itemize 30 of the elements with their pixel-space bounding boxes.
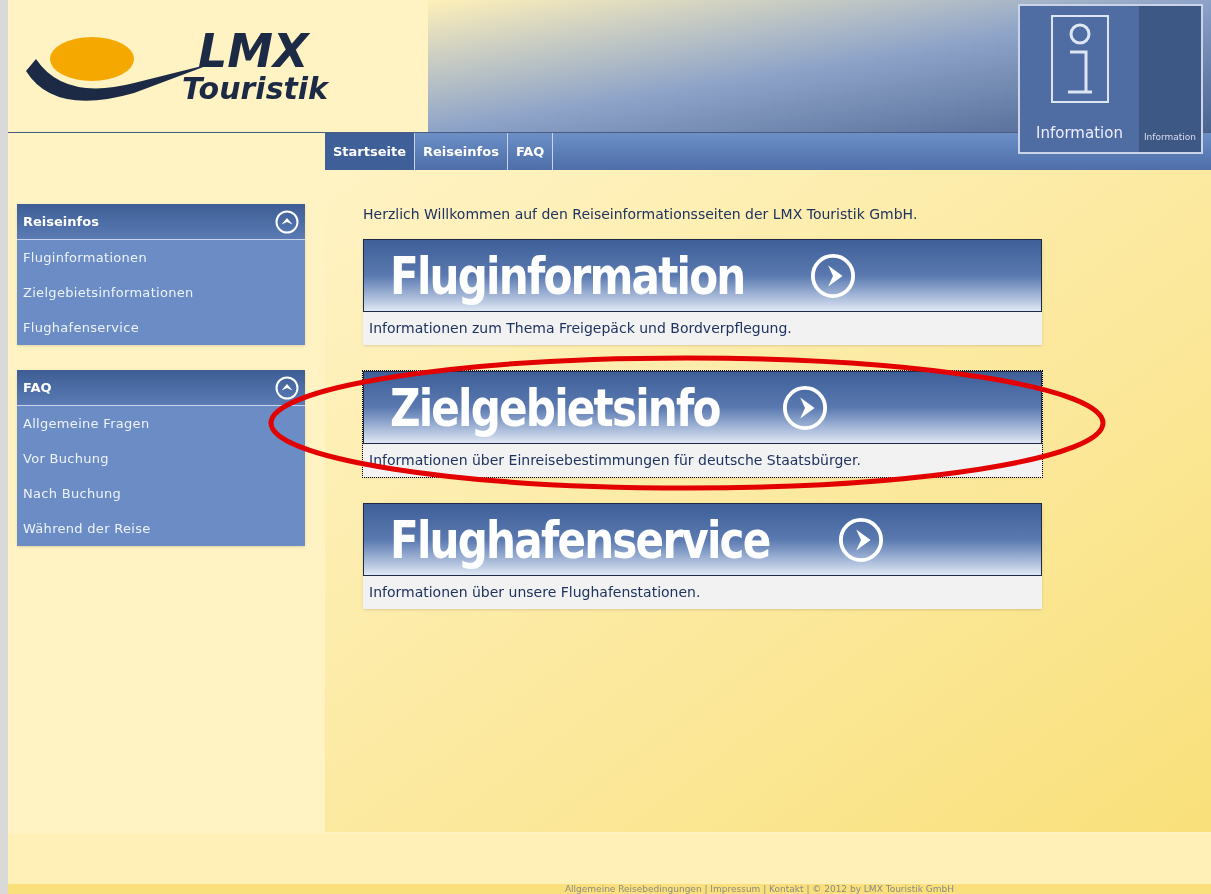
sidebar-link[interactable]: Während der Reise bbox=[17, 511, 305, 546]
logo-text: LMX bbox=[198, 28, 310, 74]
logo-text: Touristik bbox=[182, 74, 329, 104]
info-card[interactable]: Fluginformation Informationen zum Thema Freigepäck und Bordverpflegung. bbox=[363, 239, 1042, 345]
sidebar-link[interactable]: Nach Buchung bbox=[17, 476, 305, 511]
info-card[interactable]: Flughafenservice Informationen über unsere Flughafenstationen. bbox=[363, 503, 1042, 609]
collapse-button[interactable] bbox=[275, 375, 299, 400]
nav-tab[interactable]: Startseite bbox=[325, 133, 416, 170]
arrow-right-icon bbox=[809, 252, 856, 299]
card-description: Informationen zum Thema Freigepäck und Bordverpflegung. bbox=[368, 319, 793, 338]
sign-label: Information bbox=[1036, 122, 1123, 144]
footer-links: Allgemeine Reisebedingungen | Impressum | Kontakt | © 2012 by LMX Touristik GmbH bbox=[564, 884, 955, 894]
chevron-icon bbox=[275, 209, 299, 234]
sign-side-label: Information bbox=[1143, 130, 1197, 144]
sidebar-link[interactable]: Zielgebietsinformationen bbox=[17, 275, 305, 310]
sidebar-link[interactable]: Vor Buchung bbox=[17, 441, 305, 476]
sidebar-link[interactable]: Fluginformationen bbox=[17, 240, 305, 275]
sidebar-link[interactable]: Flughafenservice bbox=[17, 310, 305, 345]
card-description: Informationen über unsere Flughafenstationen. bbox=[368, 583, 702, 602]
collapse-button[interactable] bbox=[275, 209, 299, 234]
arrow-right-icon bbox=[782, 384, 829, 431]
welcome-text: Herzlich Willkommen auf den Reiseinformationsseiten der LMX Touristik GmbH. bbox=[363, 205, 919, 224]
sidebar-heading: FAQ bbox=[23, 378, 52, 397]
info-card[interactable]: Zielgebietsinfo Informationen über Einreisebestimmungen für deutsche Staatsbürger. bbox=[363, 371, 1042, 477]
arrow-right-icon bbox=[837, 516, 884, 563]
chevron-icon bbox=[275, 375, 299, 400]
info-icon bbox=[1049, 14, 1110, 104]
card-description: Informationen über Einreisebestimmungen für deutsche Staatsbürger. bbox=[368, 451, 862, 470]
sidebar-heading: Reiseinfos bbox=[23, 212, 99, 231]
sidebar-link[interactable]: Allgemeine Fragen bbox=[17, 406, 305, 441]
